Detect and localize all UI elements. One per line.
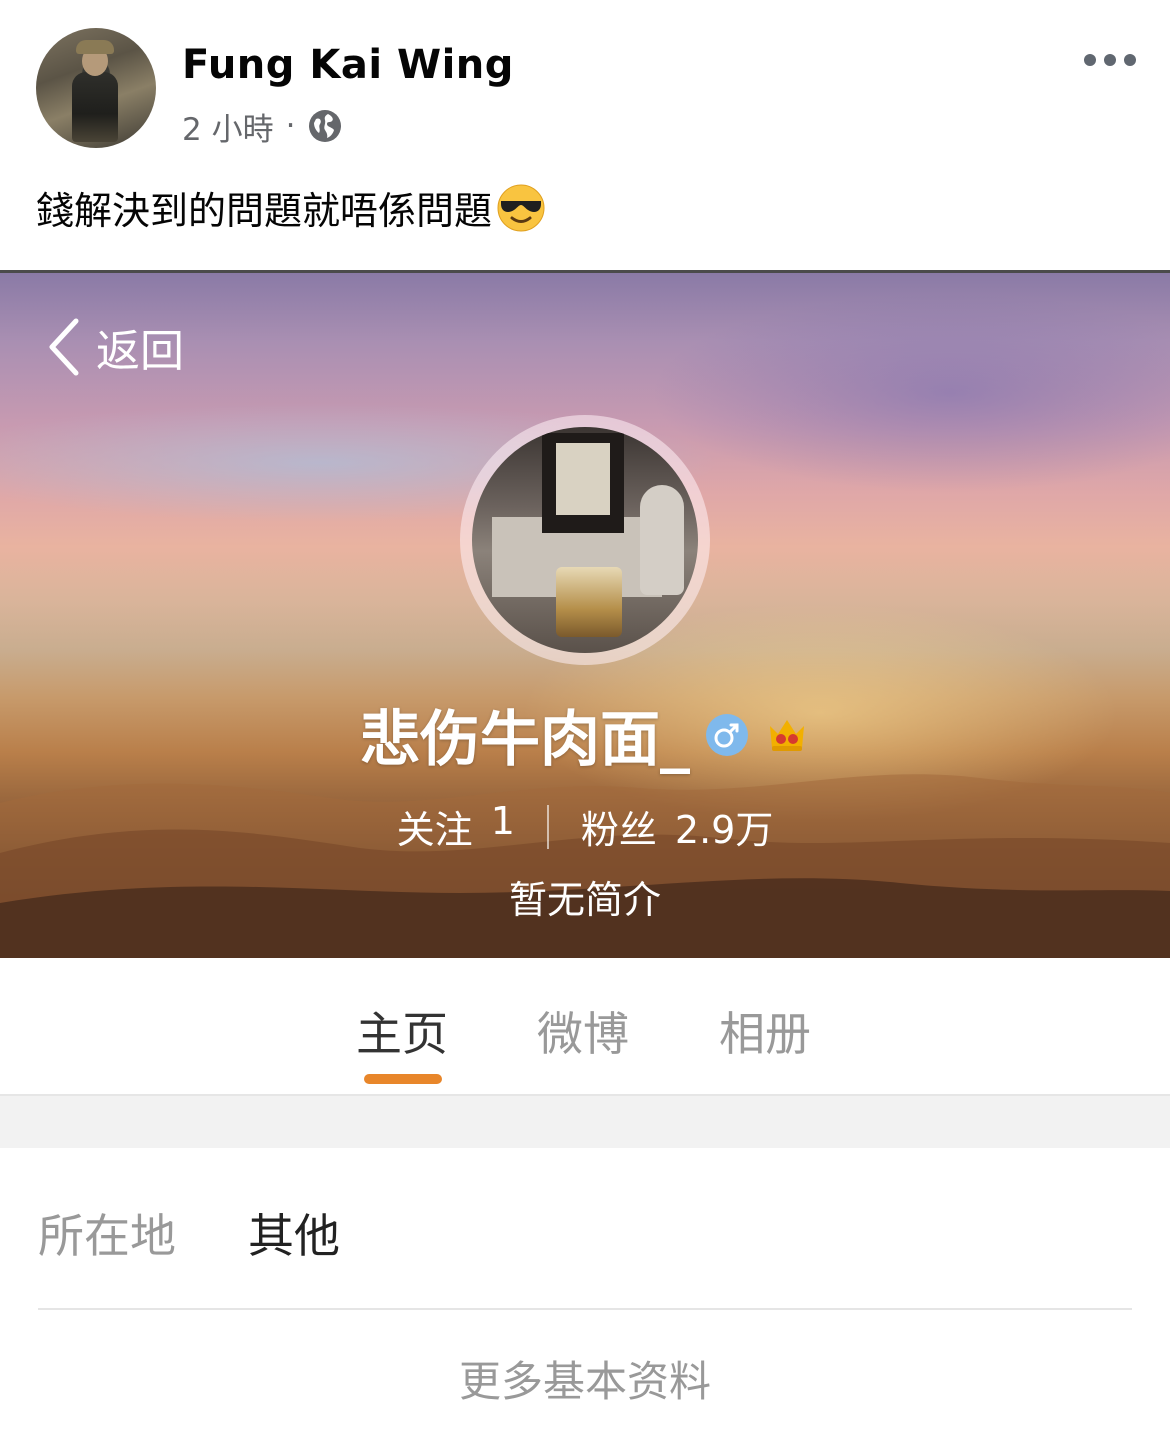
back-button[interactable]: 返回 [44,315,184,379]
basic-info-section: 所在地 其他 更多基本资料 [0,1148,1170,1429]
location-label: 所在地 [38,1209,176,1263]
more-basic-info-link[interactable]: 更多基本资料 [0,1348,1170,1409]
meta-separator: · [285,108,296,144]
follow-stats: 关注 1 粉丝 2.9万 [0,799,1170,854]
post-header: Fung Kai Wing 2 小時 · 錢解決到的問題就唔係問題 [0,0,1170,270]
following-count: 1 [490,799,515,843]
tab-home[interactable]: 主页 [356,998,448,1064]
following-label: 关注 [396,808,473,852]
more-options-icon[interactable] [1084,52,1136,68]
male-gender-icon [706,713,748,756]
chevron-left-icon [49,318,79,376]
tab-weibo[interactable]: 微博 [537,998,629,1064]
following-stat[interactable]: 关注 1 [397,799,515,854]
avatar-hat [76,40,114,54]
author-name[interactable]: Fung Kai Wing [182,42,514,88]
tab-album[interactable]: 相册 [719,998,811,1064]
profile-avatar[interactable] [460,415,710,665]
author-avatar[interactable] [36,28,156,148]
followers-count: 2.9万 [674,808,774,852]
post-meta: 2 小時 · [182,104,343,148]
cover-haze [650,293,1170,493]
location-value: 其他 [248,1209,340,1263]
profile-tabs: 主页 微博 相册 [0,958,1170,1094]
followers-label: 粉丝 [580,808,657,852]
profile-cover: 返回 悲伤牛肉面_ 关注 1 粉丝 2.9万 暂无简介 [0,273,1170,958]
post-text: 錢解決到的問題就唔係問題 [36,180,546,235]
sunglasses-emoji-icon [497,184,545,231]
section-gap [0,1094,1170,1148]
post-text-content: 錢解決到的問題就唔係問題 [36,189,493,233]
followers-stat[interactable]: 粉丝 2.9万 [581,799,773,854]
info-divider [38,1308,1132,1310]
crown-icon[interactable] [764,712,810,758]
profile-name-row: 悲伤牛肉面_ [0,691,1170,778]
stats-separator [546,804,549,849]
active-tab-indicator [364,1074,442,1084]
back-label: 返回 [96,326,184,377]
post-time[interactable]: 2 小時 [182,104,274,149]
profile-bio: 暂无简介 [508,878,661,922]
avatar-figure [72,72,118,142]
globe-icon [309,110,342,142]
profile-name: 悲伤牛肉面_ [360,705,690,775]
